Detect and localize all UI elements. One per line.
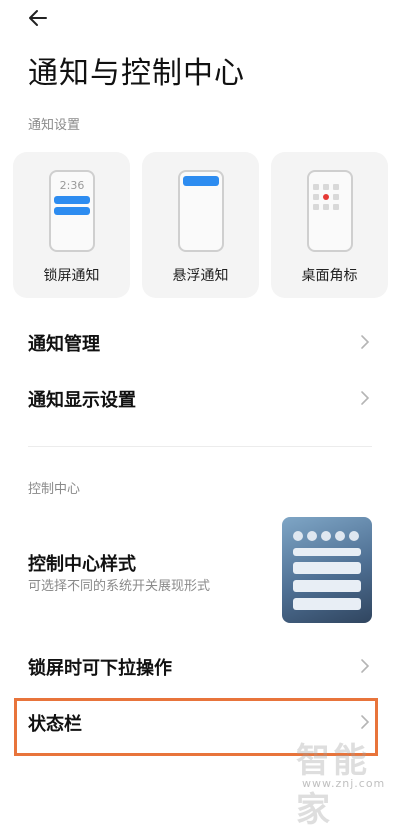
phone-illustration: 2:36 — [49, 170, 95, 252]
app-icon — [333, 204, 339, 210]
card-floating-notification[interactable]: 悬浮通知 — [142, 152, 259, 298]
tile-rect — [293, 562, 361, 574]
clock-text: 2:36 — [59, 179, 85, 192]
floating-banner — [183, 176, 219, 186]
row-label: 通知管理 — [28, 334, 100, 355]
app-icon — [313, 204, 319, 210]
tile-rect — [293, 598, 361, 610]
toggle-circle — [335, 531, 345, 541]
notification-bar — [54, 207, 90, 215]
app-icon — [323, 204, 329, 210]
app-icon — [323, 184, 329, 190]
page-title: 通知与控制中心 — [28, 56, 245, 91]
app-icon — [313, 194, 319, 200]
control-center-preview-thumbnail — [282, 517, 372, 623]
back-button[interactable] — [26, 6, 58, 34]
toggle-circle — [349, 531, 359, 541]
app-icon — [333, 184, 339, 190]
toggle-circle — [307, 531, 317, 541]
row-subtitle: 可选择不同的系统开关展现形式 — [28, 579, 211, 594]
card-label: 桌面角标 — [301, 268, 358, 284]
row-notification-display-settings[interactable]: 通知显示设置 — [0, 376, 400, 420]
row-label: 控制中心样式 — [28, 554, 136, 575]
phone-illustration — [178, 170, 224, 252]
card-label: 锁屏通知 — [43, 268, 100, 284]
toggle-circle — [321, 531, 331, 541]
section-divider — [28, 446, 372, 447]
section-label-control-center: 控制中心 — [28, 482, 81, 497]
app-icon — [333, 194, 339, 200]
chevron-right-icon — [361, 659, 370, 673]
section-label-notification: 通知设置 — [28, 118, 81, 133]
row-label: 通知显示设置 — [28, 390, 136, 411]
card-desktop-badge[interactable]: 桌面角标 — [271, 152, 388, 298]
card-lockscreen-notification[interactable]: 2:36 锁屏通知 — [13, 152, 130, 298]
row-label: 锁屏时可下拉操作 — [28, 658, 172, 679]
notification-bar — [54, 196, 90, 204]
chevron-right-icon — [361, 391, 370, 405]
row-notification-management[interactable]: 通知管理 — [0, 320, 400, 364]
app-icon — [313, 184, 319, 190]
row-lockscreen-pulldown[interactable]: 锁屏时可下拉操作 — [0, 644, 400, 688]
back-arrow-icon — [29, 10, 47, 26]
watermark-url: www.znj.com — [302, 777, 386, 790]
tile-rect — [293, 580, 361, 592]
phone-illustration — [307, 170, 353, 252]
toggle-circle — [293, 531, 303, 541]
badge-dot-icon — [323, 194, 329, 200]
chevron-right-icon — [361, 335, 370, 349]
card-label: 悬浮通知 — [172, 268, 229, 284]
brightness-slider — [293, 548, 361, 556]
